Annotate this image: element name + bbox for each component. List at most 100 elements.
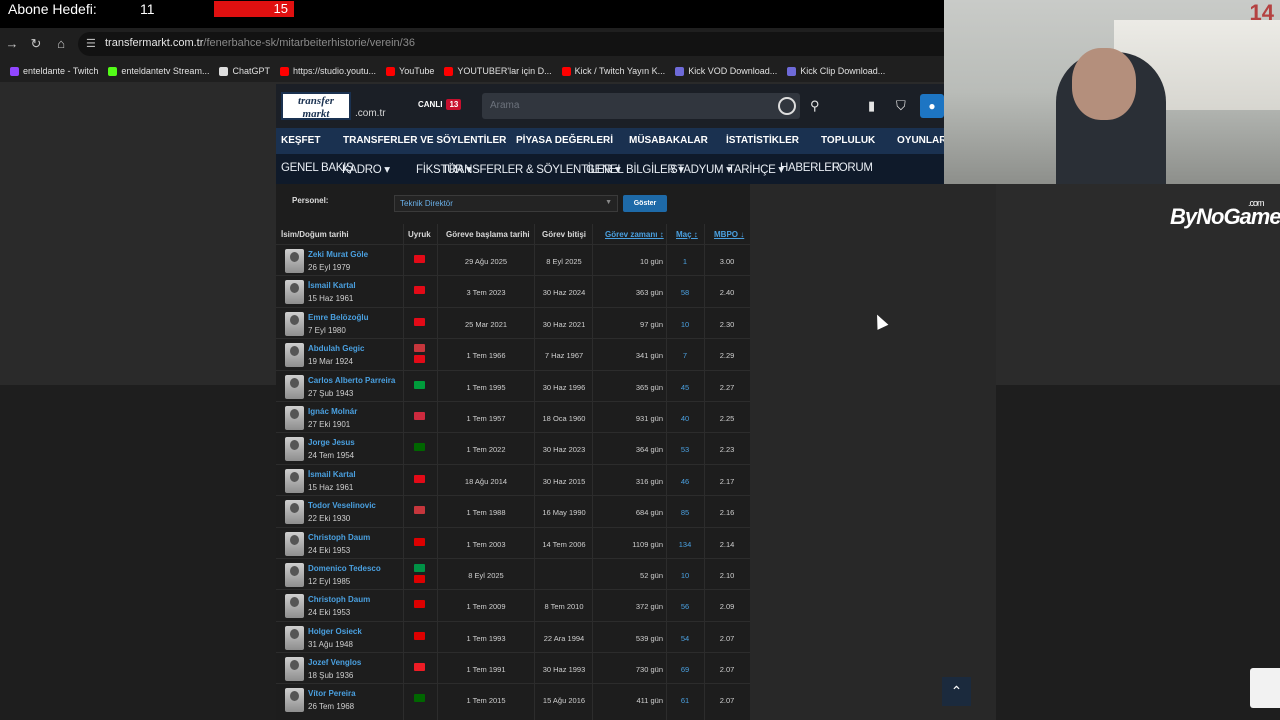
coach-photo[interactable]: [285, 343, 304, 368]
coach-photo[interactable]: [285, 468, 304, 493]
cell-days: 97 gün: [640, 319, 663, 329]
shield-icon[interactable]: ⛉: [896, 98, 906, 114]
coach-name-link[interactable]: Christoph Daum: [308, 533, 370, 542]
site-info-icon[interactable]: ☰: [86, 37, 96, 50]
coach-name-link[interactable]: Jozef Venglos: [308, 658, 361, 667]
bookmark-item[interactable]: enteldantetv Stream...: [108, 66, 209, 76]
sub-nav-item[interactable]: TARİHÇE ▾: [728, 162, 784, 176]
coach-name-link[interactable]: Abdulah Gegic: [308, 344, 364, 353]
bookmark-item[interactable]: Kick VOD Download...: [675, 66, 777, 76]
coach-photo[interactable]: [285, 500, 304, 525]
bookmark-item[interactable]: Kick Clip Download...: [787, 66, 885, 76]
coach-birth-date: 27 Eki 1901: [308, 419, 351, 429]
nationality-flag-icon: [414, 574, 425, 583]
coach-birth-date: 27 Şub 1943: [308, 388, 354, 398]
coach-photo[interactable]: [285, 562, 304, 587]
coach-photo[interactable]: [285, 249, 304, 273]
coach-photo[interactable]: [285, 374, 304, 399]
webcam-feed: 14: [944, 0, 1280, 184]
bookmark-item[interactable]: YOUTUBER'lar için D...: [444, 66, 552, 76]
bookmark-item[interactable]: https://studio.youtu...: [279, 66, 376, 76]
cell-ppm: 2.07: [719, 665, 735, 675]
cell-ppm: 2.30: [719, 319, 735, 329]
main-nav-item[interactable]: TOPLULUK: [821, 135, 875, 146]
bookmark-favicon-icon: [108, 66, 118, 76]
subscriber-current: 11: [140, 1, 155, 17]
coach-name-link[interactable]: Vítor Pereira: [308, 689, 356, 698]
table-row: Todor Veselinovic 22 Eki 1930 1 Tem 1988 16…: [276, 495, 750, 526]
bookmark-item[interactable]: YouTube: [386, 66, 434, 76]
nationality-flag-icon: [414, 663, 425, 672]
column-header[interactable]: Görev zamanı ↕: [605, 230, 664, 239]
bookmark-item[interactable]: ChatGPT: [219, 66, 270, 76]
main-nav-item[interactable]: MÜSABAKALAR: [629, 135, 708, 146]
table-row: Zeki Murat Göle 26 Eyl 1979 29 Ağu 2025 8 E…: [276, 244, 750, 275]
coach-name-link[interactable]: İsmail Kartal: [308, 281, 356, 290]
table-row: Holger Osieck 31 Ağu 1948 1 Tem 1993 22 Ara…: [276, 620, 750, 652]
coach-name-link[interactable]: Emre Belözoğlu: [308, 313, 368, 322]
cell-start: 1 Tem 1995: [466, 382, 506, 392]
bookmarks-bar: enteldante - Twitch enteldantetv Stream..…: [0, 60, 944, 82]
nationality-flag-icon: [414, 411, 425, 420]
main-nav-item[interactable]: İSTATİSTİKLER: [726, 135, 799, 146]
coach-name-link[interactable]: Zeki Murat Göle: [308, 250, 368, 259]
column-header[interactable]: MBPO ↓: [714, 230, 744, 239]
main-nav-item[interactable]: TRANSFERLER VE SÖYLENTİLER: [343, 135, 506, 146]
coach-name-link[interactable]: Domenico Tedesco: [308, 564, 381, 573]
coach-photo[interactable]: [285, 625, 304, 650]
main-nav-item[interactable]: PİYASA DEĞERLERİ: [516, 135, 613, 146]
coach-name-link[interactable]: İsmail Kartal: [308, 470, 356, 479]
coach-birth-date: 26 Eyl 1979: [308, 263, 351, 272]
coach-photo[interactable]: [285, 405, 304, 430]
coach-name-link[interactable]: Ignác Molnár: [308, 407, 357, 416]
scroll-to-top-button[interactable]: ⌃: [942, 677, 971, 706]
forward-icon[interactable]: →: [4, 36, 20, 52]
cell-days: 10 gün: [640, 257, 663, 266]
bookmark-icon[interactable]: ▮: [868, 98, 875, 114]
cell-end: 18 Oca 1960: [542, 413, 586, 423]
home-icon[interactable]: ⌂: [53, 36, 69, 52]
staff-filter-label: Personel:: [292, 196, 329, 205]
coach-photo[interactable]: [285, 531, 304, 556]
sub-nav-item[interactable]: STADYUM ▾: [670, 162, 732, 176]
search-input[interactable]: Arama: [482, 93, 800, 119]
bookmark-item[interactable]: Kick / Twitch Yayın K...: [561, 66, 665, 76]
cell-start: 1 Tem 2003: [466, 539, 506, 549]
column-header[interactable]: Maç ↕: [676, 230, 698, 239]
bookmark-favicon-icon: [10, 66, 19, 76]
live-scores-link[interactable]: CANLI 13: [418, 99, 462, 110]
search-icon[interactable]: [778, 97, 796, 115]
show-button[interactable]: Göster: [623, 195, 667, 212]
cell-end: 30 Haz 2015: [542, 476, 586, 486]
bookmark-item[interactable]: enteldante - Twitch: [10, 66, 98, 76]
staff-select[interactable]: Teknik Direktör ▼: [394, 195, 618, 212]
club-sub-nav: GENEL BAKIŞ KADRO ▾ FİKSTÜR ▾ TRANSFERLER &…: [276, 154, 944, 184]
transfermarkt-logo[interactable]: transfer markt: [281, 92, 351, 120]
coach-photo[interactable]: [285, 594, 304, 619]
coach-photo[interactable]: [285, 688, 304, 713]
account-icon[interactable]: ●: [920, 94, 944, 118]
cell-days: 411 gün: [636, 696, 663, 706]
cell-ppm: 2.10: [719, 570, 735, 580]
coach-name-link[interactable]: Christoph Daum: [308, 595, 370, 604]
address-bar[interactable]: ☰ transfermarkt.com.tr/fenerbahce-sk/mit…: [78, 32, 944, 56]
coach-photo[interactable]: [285, 657, 304, 682]
cell-start: 1 Tem 1993: [466, 633, 506, 643]
coach-name-link[interactable]: Holger Osieck: [308, 627, 362, 636]
sub-nav-item[interactable]: HABERLER: [780, 162, 840, 174]
coach-photo[interactable]: [285, 437, 304, 462]
coach-name-link[interactable]: Carlos Alberto Parreira: [308, 376, 395, 385]
coach-name-link[interactable]: Todor Veselinovic: [308, 501, 376, 510]
sub-nav-item[interactable]: FORUM: [832, 162, 873, 174]
sub-nav-item[interactable]: KADRO ▾: [342, 162, 390, 176]
main-nav-item[interactable]: OYUNLAR: [897, 135, 946, 146]
main-nav-item[interactable]: KEŞFET: [281, 135, 320, 146]
coach-name-link[interactable]: Jorge Jesus: [308, 438, 355, 447]
reload-icon[interactable]: ↻: [28, 36, 44, 52]
coach-photo[interactable]: [285, 311, 304, 336]
cell-days: 365 gün: [635, 382, 663, 392]
cell-end: 22 Ara 1994: [543, 633, 585, 643]
cell-end: 30 Haz 1993: [542, 665, 586, 675]
user-search-icon[interactable]: ⚲: [810, 98, 820, 114]
coach-photo[interactable]: [285, 280, 304, 305]
